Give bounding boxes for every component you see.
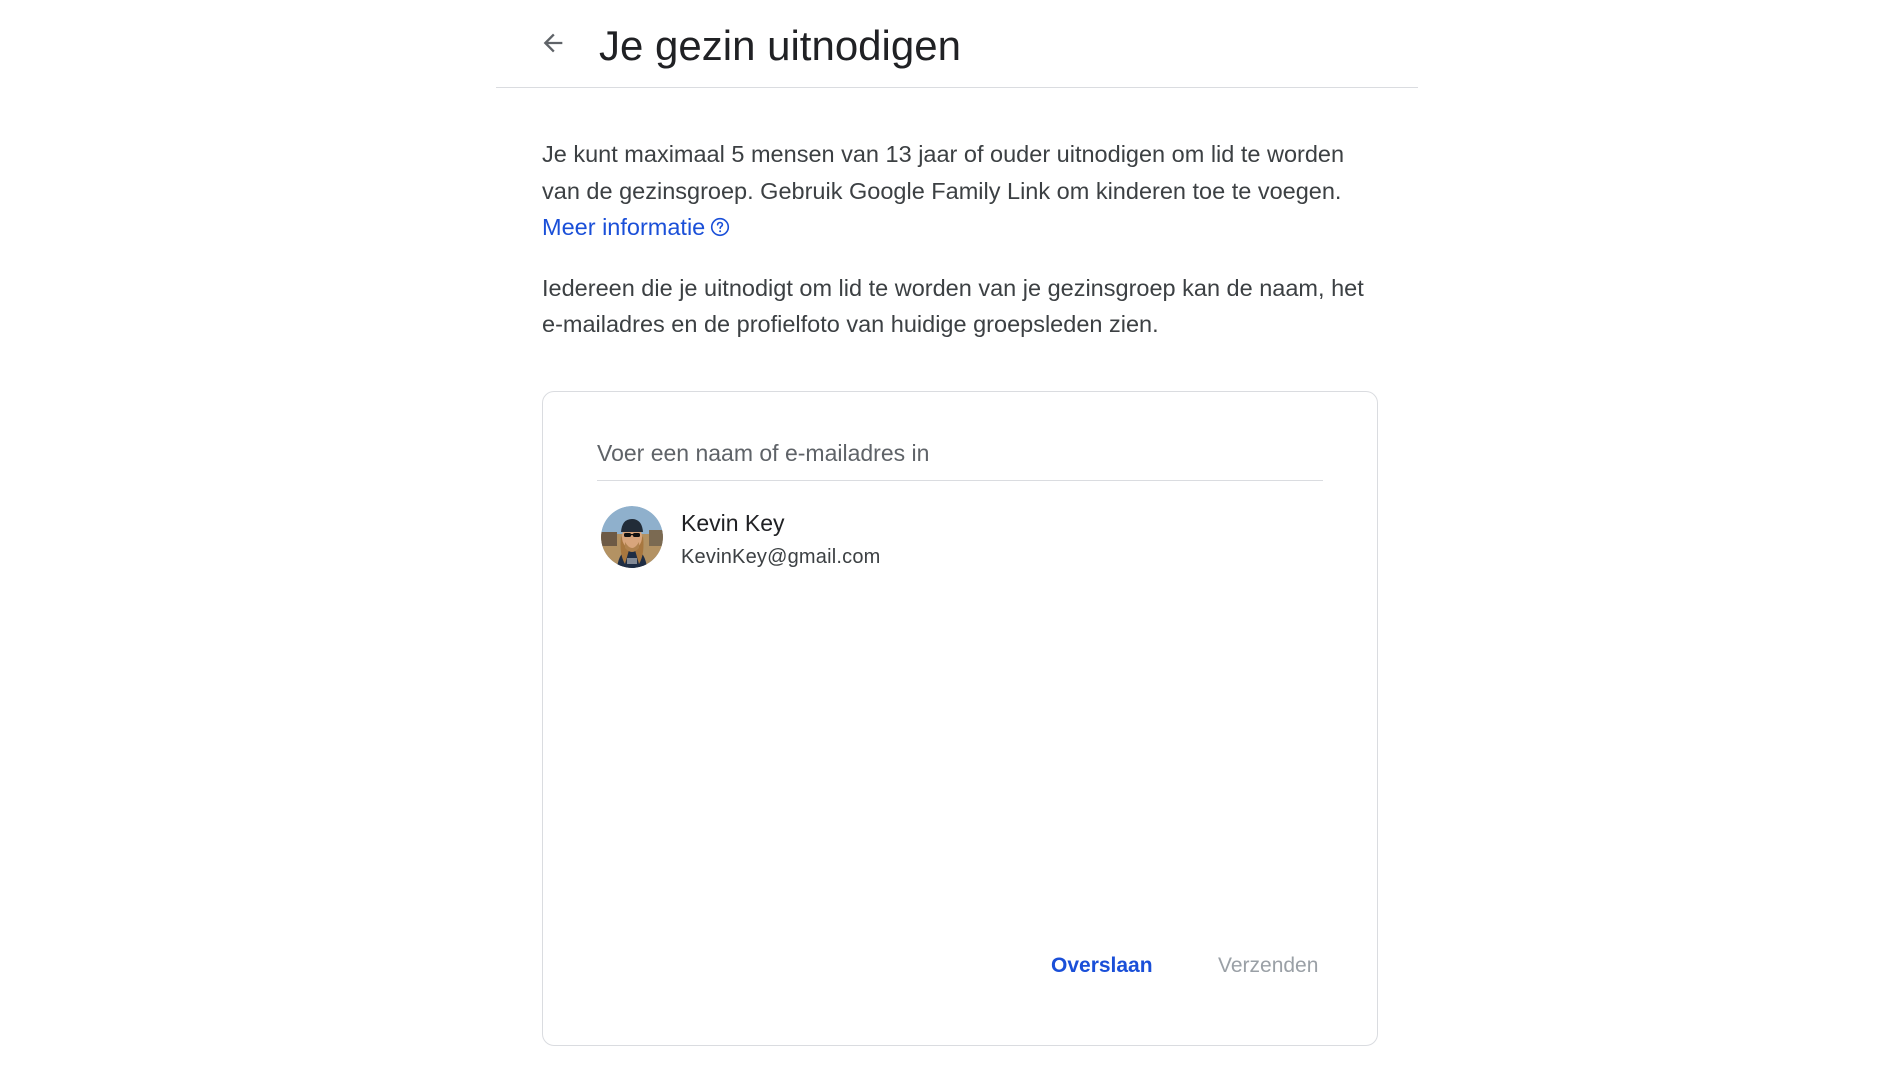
back-button[interactable] — [536, 26, 570, 60]
arrow-back-icon — [543, 33, 563, 53]
avatar — [601, 506, 663, 568]
contact-email: KevinKey@gmail.com — [681, 546, 881, 568]
learn-more-link[interactable]: Meer informatie — [542, 214, 730, 240]
contact-suggestion[interactable]: Kevin Key KevinKey@gmail.com — [601, 506, 1001, 570]
invite-card: Kevin Key KevinKey@gmail.com Overslaan V… — [542, 391, 1378, 1046]
help-circle-icon — [711, 217, 730, 237]
invite-family-page: Je gezin uitnodigen Je kunt maximaal 5 m… — [0, 0, 1893, 1065]
learn-more-label: Meer informatie — [542, 214, 706, 240]
skip-button[interactable]: Overslaan — [1043, 946, 1161, 986]
privacy-paragraph: Iedereen die je uitnodigt om lid te word… — [542, 274, 1364, 338]
intro-text: Je kunt maximaal 5 mensen van 13 jaar of… — [542, 141, 1345, 204]
page-title: Je gezin uitnodigen — [599, 22, 961, 69]
invite-search-input[interactable] — [597, 426, 1323, 481]
page-header: Je gezin uitnodigen — [496, 0, 1418, 88]
intro-section: Je kunt maximaal 5 mensen van 13 jaar of… — [542, 136, 1387, 343]
intro-paragraph: Je kunt maximaal 5 mensen van 13 jaar of… — [542, 136, 1387, 246]
send-button[interactable]: Verzenden — [1210, 946, 1326, 986]
contact-name: Kevin Key — [681, 510, 785, 536]
